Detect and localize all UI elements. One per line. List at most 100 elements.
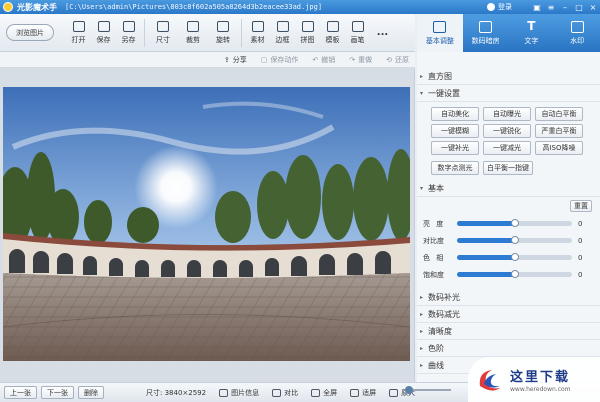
white-balance-button[interactable]: 白平衡一指键 bbox=[483, 161, 533, 175]
undo-button[interactable]: ↶ 撤销 bbox=[312, 55, 335, 65]
template-button[interactable]: 模板 bbox=[320, 16, 345, 50]
expand-arrow-icon: ▸ bbox=[420, 72, 424, 80]
prev-image-button[interactable]: 上一张 bbox=[4, 386, 37, 399]
redo-icon: ↷ bbox=[349, 55, 356, 64]
menu-icon[interactable]: ≡ bbox=[544, 0, 558, 14]
preset-button[interactable]: 自动白平衡 bbox=[535, 107, 583, 121]
slider-knob[interactable] bbox=[510, 219, 519, 227]
tab-watermark[interactable]: 水印 bbox=[554, 14, 600, 52]
main-toolbar: 浏览图片 打开 保存 另存 尺寸 裁剪 旋转 素材 边框 拼图 模板 画笔 ..… bbox=[0, 14, 415, 52]
rotate-button[interactable]: 旋转 bbox=[208, 16, 238, 50]
fullscreen-icon bbox=[311, 388, 321, 397]
slider-knob[interactable] bbox=[510, 253, 519, 261]
reset-button[interactable]: 重置 bbox=[570, 200, 592, 212]
slider-track[interactable] bbox=[457, 219, 572, 227]
share-icon: ⇪ bbox=[223, 55, 230, 64]
preset-button[interactable]: 一键模糊 bbox=[431, 124, 479, 138]
image-canvas[interactable] bbox=[0, 68, 415, 382]
zoom-slider-knob[interactable] bbox=[405, 386, 413, 394]
fit-screen-button[interactable]: 适屏 bbox=[350, 388, 376, 398]
slider-fill bbox=[457, 238, 515, 243]
compare-icon bbox=[272, 388, 282, 397]
restore-button[interactable]: ⟲ 还原 bbox=[386, 55, 409, 65]
save-icon bbox=[97, 20, 110, 32]
redo-button[interactable]: ↷ 重做 bbox=[349, 55, 372, 65]
crop-button[interactable]: 裁剪 bbox=[178, 16, 208, 50]
section-reduce-light[interactable]: ▸ 数码减光 bbox=[417, 306, 600, 323]
more-button[interactable]: ... bbox=[370, 16, 395, 50]
minimize-button[interactable]: – bbox=[558, 0, 572, 14]
preset-button[interactable]: 严重白平衡 bbox=[535, 124, 583, 138]
preset-button[interactable]: 一键补光 bbox=[431, 141, 479, 155]
slider-track[interactable] bbox=[457, 253, 572, 261]
preset-grid: 自动美化 自动曝光 自动白平衡 一键模糊 一键锐化 严重白平衡 一键补光 一键减… bbox=[417, 102, 600, 161]
slider-brightness: 亮 度 0 bbox=[417, 215, 600, 232]
tab-digital-darkroom[interactable]: 数码暗房 bbox=[463, 14, 509, 52]
section-basic[interactable]: ▾ 基本 bbox=[417, 180, 600, 197]
template-icon bbox=[326, 20, 339, 32]
close-button[interactable]: × bbox=[586, 0, 600, 14]
material-button[interactable]: 素材 bbox=[245, 16, 270, 50]
share-button[interactable]: ⇪ 分享 bbox=[224, 55, 247, 65]
rotate-icon bbox=[217, 20, 229, 32]
slider-knob[interactable] bbox=[510, 270, 519, 278]
fullscreen-button[interactable]: 全屏 bbox=[311, 388, 337, 398]
open-button[interactable]: 打开 bbox=[66, 16, 91, 50]
slider-knob[interactable] bbox=[510, 236, 519, 244]
section-one-click[interactable]: ▾ 一键设置 bbox=[417, 85, 600, 102]
save-button[interactable]: 保存 bbox=[91, 16, 116, 50]
skin-icon[interactable]: ▣ bbox=[530, 0, 544, 14]
reset-row: 重置 bbox=[417, 197, 600, 215]
delete-button[interactable]: 删除 bbox=[78, 386, 104, 399]
section-clarity[interactable]: ▸ 清晰度 bbox=[417, 323, 600, 340]
border-button[interactable]: 边框 bbox=[270, 16, 295, 50]
toolbar-divider bbox=[144, 18, 145, 47]
preset-button[interactable]: 自动美化 bbox=[431, 107, 479, 121]
image-info-button[interactable]: 图片信息 bbox=[219, 388, 259, 398]
preset-row-2: 数字点测光 白平衡一指键 bbox=[417, 161, 600, 180]
slider-label: 饱和度 bbox=[423, 270, 444, 279]
login-label: 登录 bbox=[498, 3, 512, 11]
site-watermark: 这里下载 www.heredown.com bbox=[468, 357, 600, 402]
next-image-button[interactable]: 下一张 bbox=[41, 386, 74, 399]
expand-arrow-icon: ▸ bbox=[420, 344, 424, 352]
more-icon: ... bbox=[376, 27, 389, 38]
collage-button[interactable]: 拼图 bbox=[295, 16, 320, 50]
section-histogram[interactable]: ▸ 直方图 bbox=[417, 68, 600, 85]
brush-button[interactable]: 画笔 bbox=[345, 16, 370, 50]
material-icon bbox=[251, 20, 264, 32]
section-levels[interactable]: ▸ 色阶 bbox=[417, 340, 600, 357]
preset-button[interactable]: 一键锐化 bbox=[483, 124, 531, 138]
preset-button[interactable]: 自动曝光 bbox=[483, 107, 531, 121]
crop-icon bbox=[187, 20, 199, 32]
preset-button[interactable]: 一键减光 bbox=[483, 141, 531, 155]
collapse-arrow-icon: ▾ bbox=[420, 89, 424, 97]
tab-basic-adjust[interactable]: 基本调整 bbox=[417, 14, 463, 52]
panel-spacer bbox=[417, 52, 600, 68]
photo-image bbox=[3, 87, 410, 361]
camera-icon bbox=[479, 20, 493, 33]
photo-preview[interactable] bbox=[3, 87, 410, 361]
maximize-button[interactable]: □ bbox=[572, 0, 586, 14]
zoom-slider[interactable] bbox=[405, 386, 451, 394]
section-fill-light[interactable]: ▸ 数码补光 bbox=[417, 289, 600, 306]
login-button[interactable]: 登录 bbox=[487, 2, 512, 12]
panel-tabs: 基本调整 数码暗房 T 文字 水印 bbox=[417, 14, 600, 52]
browse-images-button[interactable]: 浏览图片 bbox=[6, 24, 54, 41]
preset-button[interactable]: 高ISO降噪 bbox=[535, 141, 583, 155]
slider-fill bbox=[457, 255, 515, 260]
site-logo-icon bbox=[479, 369, 500, 391]
compare-button[interactable]: 对比 bbox=[272, 388, 298, 398]
expand-arrow-icon: ▸ bbox=[420, 327, 424, 335]
collapse-arrow-icon: ▾ bbox=[420, 184, 424, 192]
spot-metering-button[interactable]: 数字点测光 bbox=[431, 161, 479, 175]
resize-button[interactable]: 尺寸 bbox=[148, 16, 178, 50]
slider-hue: 色 相 0 bbox=[417, 249, 600, 266]
slider-track[interactable] bbox=[457, 270, 572, 278]
slider-track[interactable] bbox=[457, 236, 572, 244]
save-as-button[interactable]: 另存 bbox=[116, 16, 141, 50]
slider-value: 0 bbox=[578, 253, 583, 262]
expand-arrow-icon: ▸ bbox=[420, 310, 424, 318]
tab-text[interactable]: T 文字 bbox=[509, 14, 555, 52]
save-action-button[interactable]: ▢ 保存动作 bbox=[261, 55, 299, 65]
